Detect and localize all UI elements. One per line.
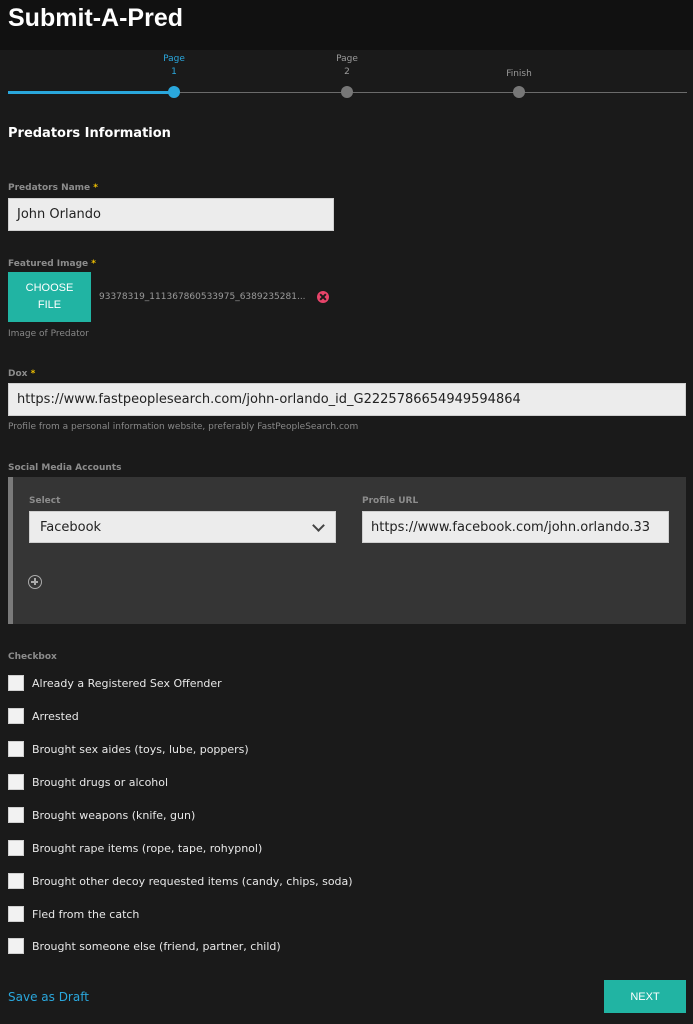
step-dot — [341, 86, 353, 98]
required-mark: * — [93, 183, 99, 193]
checkbox-row[interactable]: Already a Registered Sex Offender — [8, 675, 222, 691]
predator-name-input[interactable]: John Orlando — [8, 198, 334, 231]
choose-file-label: CHOOSE FILE — [26, 280, 74, 314]
close-circle-icon[interactable] — [317, 291, 329, 303]
checkbox-label: Fled from the catch — [32, 907, 140, 921]
label-text: Dox — [8, 369, 28, 379]
plus-circle-icon[interactable] — [28, 575, 42, 589]
checkbox-row[interactable]: Arrested — [8, 708, 79, 724]
required-mark: * — [91, 259, 96, 269]
checkbox[interactable] — [8, 840, 24, 856]
select-label: Select — [29, 496, 61, 506]
choose-file-line2: FILE — [37, 299, 62, 311]
checkbox[interactable] — [8, 675, 24, 691]
checkbox-label: Brought drugs or alcohol — [32, 775, 169, 789]
social-label: Social Media Accounts — [8, 463, 122, 473]
checkbox[interactable] — [8, 873, 24, 889]
progress-fill — [8, 91, 174, 94]
step-number: 2 — [344, 67, 350, 77]
checkbox[interactable] — [8, 774, 24, 790]
checkbox-label: Already a Registered Sex Offender — [32, 676, 222, 690]
checkbox[interactable] — [8, 741, 24, 757]
profile-url-input[interactable]: https://www.facebook.com/john.orlando.33 — [362, 511, 669, 543]
select-value: Facebook — [40, 519, 102, 535]
step-dot — [513, 86, 525, 98]
checkbox[interactable] — [8, 807, 24, 823]
label-text: Predators Name — [8, 183, 91, 193]
page-title: Submit-A-Pred — [8, 4, 183, 32]
dox-label: Dox * — [8, 369, 35, 379]
checkbox-row[interactable]: Brought someone else (friend, partner, c… — [8, 938, 281, 954]
checkbox-label: Brought sex aides (toys, lube, poppers) — [32, 742, 249, 756]
step-label: Finish — [506, 69, 532, 79]
file-name: 93378319_111367860533975_6389235281... — [99, 292, 306, 302]
checkbox-label: Brought someone else (friend, partner, c… — [32, 939, 281, 953]
checkbox-section-label: Checkbox — [8, 652, 57, 662]
checkbox[interactable] — [8, 708, 24, 724]
checkbox[interactable] — [8, 906, 24, 922]
label-text: Featured Image — [8, 259, 89, 269]
choose-file-line1: CHOOSE — [25, 282, 74, 294]
profile-url-label: Profile URL — [362, 496, 419, 506]
required-mark: * — [30, 369, 36, 379]
dox-input[interactable]: https://www.fastpeoplesearch.com/john-or… — [8, 383, 686, 416]
step-finish[interactable]: Finish — [489, 68, 549, 98]
chevron-down-icon — [312, 519, 325, 532]
section-heading: Predators Information — [8, 126, 171, 141]
step-label: Page — [336, 54, 358, 64]
checkbox-row[interactable]: Brought sex aides (toys, lube, poppers) — [8, 741, 249, 757]
checkbox[interactable] — [8, 938, 24, 954]
predator-name-label: Predators Name * — [8, 183, 98, 193]
social-accounts-box — [8, 477, 686, 624]
checkbox-row[interactable]: Brought weapons (knife, gun) — [8, 807, 195, 823]
checkbox-label: Brought other decoy requested items (can… — [32, 874, 353, 888]
checkbox-label: Brought weapons (knife, gun) — [32, 808, 196, 822]
next-button[interactable]: NEXT — [604, 980, 686, 1013]
step-number: 1 — [171, 67, 177, 77]
choose-file-button[interactable]: CHOOSE FILE — [8, 272, 91, 322]
checkbox-row[interactable]: Brought rape items (rope, tape, rohypnol… — [8, 840, 262, 856]
step-dot — [168, 86, 180, 98]
featured-image-help: Image of Predator — [8, 329, 89, 339]
checkbox-row[interactable]: Brought other decoy requested items (can… — [8, 873, 353, 889]
step-label: Page — [163, 54, 185, 64]
step-page-2[interactable]: Page 2 — [317, 53, 377, 98]
checkbox-row[interactable]: Fled from the catch — [8, 906, 139, 922]
save-draft-link[interactable]: Save as Draft — [8, 990, 89, 1004]
featured-image-label: Featured Image * — [8, 259, 96, 269]
checkbox-label: Brought rape items (rope, tape, rohypnol… — [32, 841, 263, 855]
social-platform-select[interactable]: Facebook — [29, 511, 336, 543]
checkbox-row[interactable]: Brought drugs or alcohol — [8, 774, 168, 790]
checkbox-label: Arrested — [32, 709, 79, 723]
dox-help: Profile from a personal information webs… — [8, 422, 359, 432]
step-page-1[interactable]: Page 1 — [144, 53, 204, 98]
